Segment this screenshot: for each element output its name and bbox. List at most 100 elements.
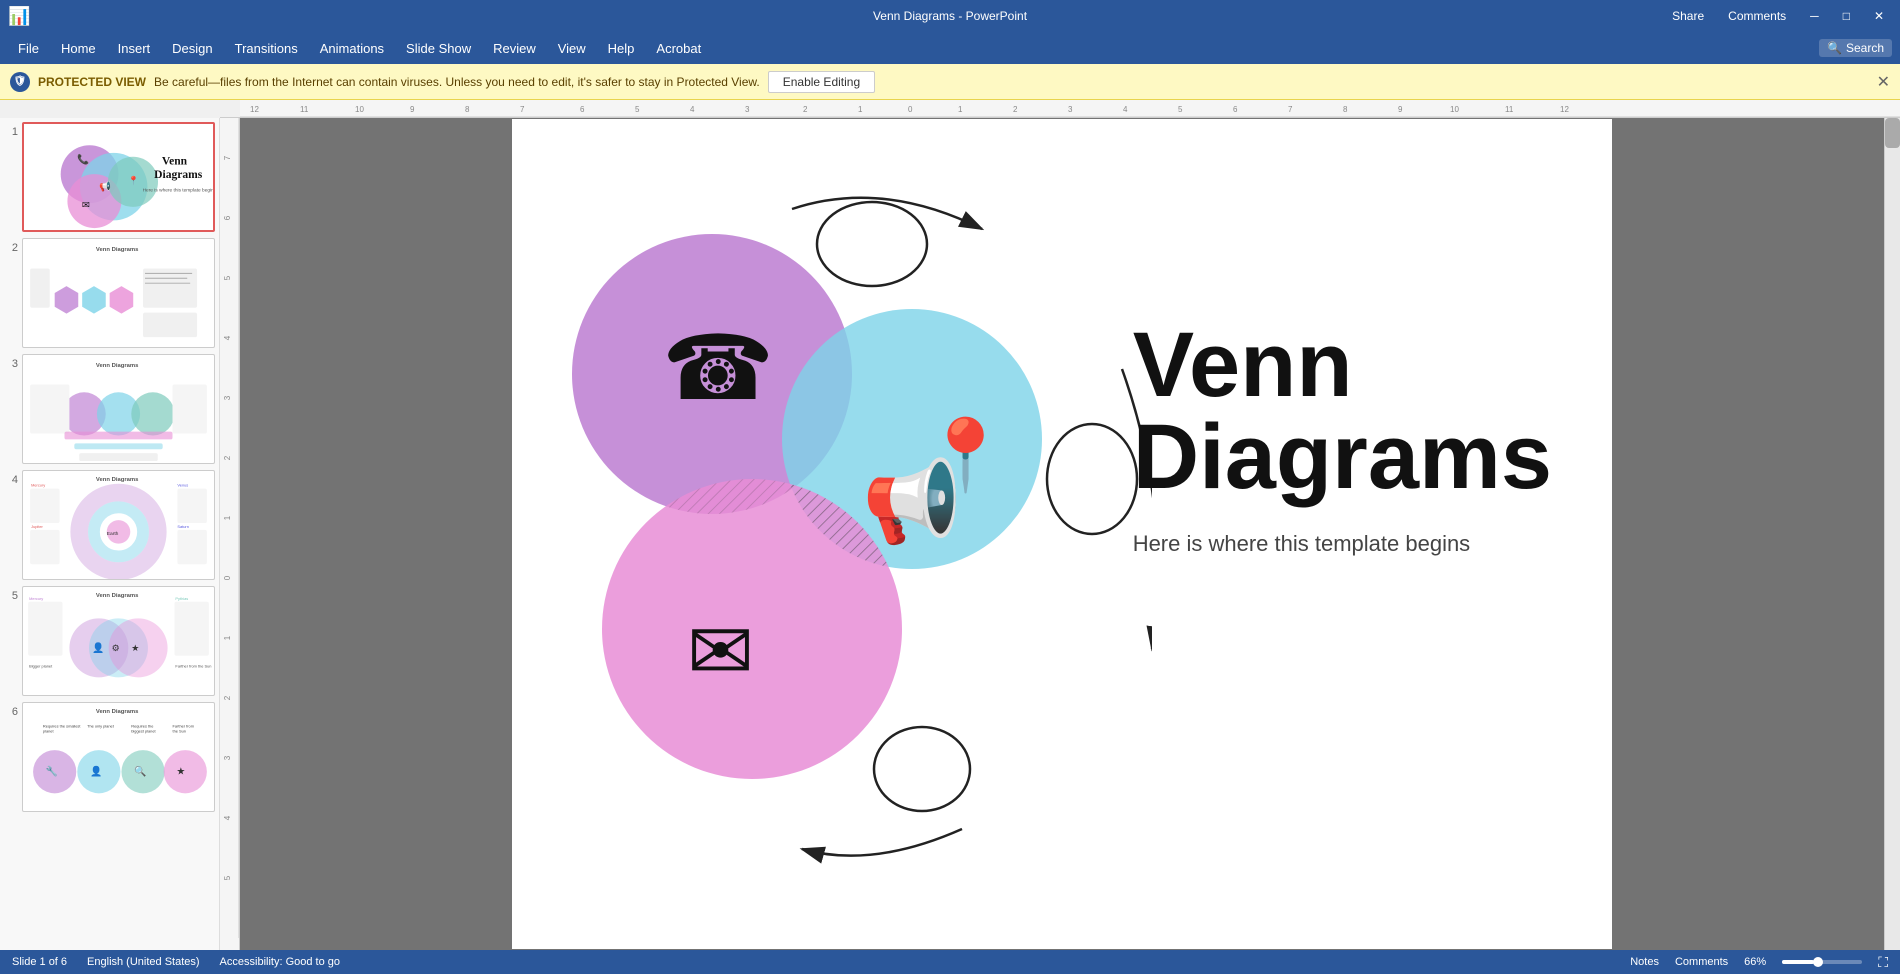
svg-text:Venn Diagrams: Venn Diagrams <box>96 593 139 599</box>
content-area: 1 Venn Diagrams Here is where this templ… <box>0 118 1900 950</box>
svg-text:✉: ✉ <box>687 607 754 696</box>
slide3-thumbnail-svg: Venn Diagrams <box>23 355 214 463</box>
svg-text:📍: 📍 <box>922 415 1009 495</box>
shield-icon: 🛡 <box>10 72 30 92</box>
slide-preview-1[interactable]: Venn Diagrams Here is where this templat… <box>22 122 215 232</box>
svg-text:4: 4 <box>690 105 695 114</box>
title-bar: 📊 Venn Diagrams - PowerPoint Share Comme… <box>0 0 1900 32</box>
svg-text:Venn Diagrams: Venn Diagrams <box>96 709 139 715</box>
menu-acrobat[interactable]: Acrobat <box>646 37 711 60</box>
close-button[interactable]: ✕ <box>1866 7 1892 25</box>
svg-text:11: 11 <box>1505 105 1514 114</box>
menu-slideshow[interactable]: Slide Show <box>396 37 481 60</box>
search-box[interactable]: 🔍 Search <box>1819 39 1892 57</box>
slide-preview-3[interactable]: Venn Diagrams <box>22 354 215 464</box>
protected-bar: 🛡 PROTECTED VIEW Be careful—files from t… <box>0 64 1900 100</box>
svg-text:10: 10 <box>1450 105 1459 114</box>
svg-text:👤: 👤 <box>90 766 102 778</box>
protected-bar-close[interactable]: ✕ <box>1877 72 1890 92</box>
svg-text:🔧: 🔧 <box>46 765 58 778</box>
slide-subtitle: Here is where this template begins <box>1133 531 1552 557</box>
menu-home[interactable]: Home <box>51 37 106 60</box>
protected-view-message: Be careful—files from the Internet can c… <box>154 75 760 89</box>
venn-diagram-svg: ☎ 📢 📍 ✉ <box>532 169 1152 909</box>
menu-bar: File Home Insert Design Transitions Anim… <box>0 32 1900 64</box>
protected-view-label: PROTECTED VIEW <box>38 75 146 89</box>
slide-thumb-5[interactable]: 5 Venn Diagrams 👤 ⚙ ★ M <box>4 586 215 696</box>
svg-text:1: 1 <box>223 635 232 640</box>
svg-text:1: 1 <box>223 515 232 520</box>
title-line1: Venn <box>1133 319 1552 411</box>
slide-preview-6[interactable]: Venn Diagrams 🔧 👤 🔍 ★ Requires the small… <box>22 702 215 812</box>
svg-text:Venn Diagrams: Venn Diagrams <box>96 247 139 253</box>
svg-text:Farther from the Sun: Farther from the Sun <box>175 664 211 669</box>
menu-view[interactable]: View <box>548 37 596 60</box>
svg-text:9: 9 <box>410 105 415 114</box>
svg-text:Venn Diagrams: Venn Diagrams <box>96 363 139 369</box>
zoom-slider[interactable] <box>1782 960 1862 964</box>
svg-text:⚙: ⚙ <box>112 643 120 653</box>
menu-review[interactable]: Review <box>483 37 546 60</box>
search-label: Search <box>1846 41 1884 55</box>
slide-preview-5[interactable]: Venn Diagrams 👤 ⚙ ★ Mercury Pythias <box>22 586 215 696</box>
title-bar-left: 📊 <box>8 6 30 27</box>
slide-thumb-3[interactable]: 3 Venn Diagrams <box>4 354 215 464</box>
slide-thumb-1[interactable]: 1 Venn Diagrams Here is where this templ… <box>4 122 215 232</box>
slide5-thumbnail-svg: Venn Diagrams 👤 ⚙ ★ Mercury Pythias <box>23 587 214 695</box>
maximize-button[interactable]: □ <box>1835 7 1858 25</box>
slide-canvas[interactable]: ☎ 📢 📍 ✉ Venn Diagrams Here is where this… <box>512 119 1612 949</box>
title-line2: Diagrams <box>1133 411 1552 503</box>
share-button[interactable]: Share <box>1664 7 1712 25</box>
slide-info: Slide 1 of 6 <box>12 956 67 968</box>
svg-text:🔍: 🔍 <box>134 765 146 778</box>
slide-preview-4[interactable]: Venn Diagrams Earth Mercury Venus Jupit <box>22 470 215 580</box>
svg-text:11: 11 <box>300 105 309 114</box>
vertical-scrollbar[interactable] <box>1884 118 1900 950</box>
notes-button[interactable]: Notes <box>1630 956 1659 968</box>
menu-help[interactable]: Help <box>598 37 645 60</box>
minimize-button[interactable]: ─ <box>1802 7 1827 25</box>
accessibility-status: Accessibility: Good to go <box>220 956 340 968</box>
svg-text:2: 2 <box>1013 105 1018 114</box>
fullscreen-button[interactable]: ⛶ <box>1878 954 1888 971</box>
svg-text:3: 3 <box>1068 105 1073 114</box>
svg-text:📞: 📞 <box>77 153 90 166</box>
menu-transitions[interactable]: Transitions <box>225 37 308 60</box>
svg-text:Venn Diagrams: Venn Diagrams <box>96 477 139 483</box>
svg-text:the Sun: the Sun <box>173 728 186 733</box>
svg-text:Jupiter: Jupiter <box>31 524 43 529</box>
canvas-area: ☎ 📢 📍 ✉ Venn Diagrams Here is where this… <box>240 118 1884 950</box>
svg-text:6: 6 <box>1233 105 1238 114</box>
svg-text:★: ★ <box>131 643 139 653</box>
slide-thumb-6[interactable]: 6 Venn Diagrams 🔧 👤 🔍 ★ Requires <box>4 702 215 812</box>
slide-thumb-2[interactable]: 2 Venn Diagrams <box>4 238 215 348</box>
svg-text:5: 5 <box>635 105 640 114</box>
language-status: English (United States) <box>87 956 200 968</box>
ruler-horizontal: 12 11 10 9 8 7 6 5 4 3 2 1 0 1 2 3 4 5 6… <box>220 100 1900 118</box>
svg-text:5: 5 <box>223 275 232 280</box>
svg-text:0: 0 <box>223 575 232 580</box>
svg-text:7: 7 <box>520 105 525 114</box>
menu-insert[interactable]: Insert <box>108 37 161 60</box>
ruler-vertical: 7 6 5 4 3 2 1 0 1 2 3 4 5 <box>220 118 240 950</box>
svg-text:5: 5 <box>1178 105 1183 114</box>
menu-file[interactable]: File <box>8 37 49 60</box>
svg-text:☎: ☎ <box>662 319 774 419</box>
menu-animations[interactable]: Animations <box>310 37 394 60</box>
comments-status-button[interactable]: Comments <box>1675 956 1728 968</box>
svg-text:12: 12 <box>1560 105 1569 114</box>
slide-num-2: 2 <box>4 238 18 254</box>
svg-text:8: 8 <box>465 105 470 114</box>
svg-text:Mercury: Mercury <box>29 596 43 601</box>
slide-thumb-4[interactable]: 4 Venn Diagrams Earth <box>4 470 215 580</box>
svg-text:2: 2 <box>223 695 232 700</box>
slide-num-6: 6 <box>4 702 18 718</box>
slide1-thumbnail-svg: Venn Diagrams Here is where this templat… <box>24 124 213 230</box>
menu-design[interactable]: Design <box>162 37 222 60</box>
svg-text:planet: planet <box>43 728 55 733</box>
comments-button[interactable]: Comments <box>1720 7 1794 25</box>
svg-text:4: 4 <box>223 815 232 820</box>
slide-preview-2[interactable]: Venn Diagrams <box>22 238 215 348</box>
svg-text:👤: 👤 <box>92 642 104 654</box>
enable-editing-button[interactable]: Enable Editing <box>768 71 875 93</box>
